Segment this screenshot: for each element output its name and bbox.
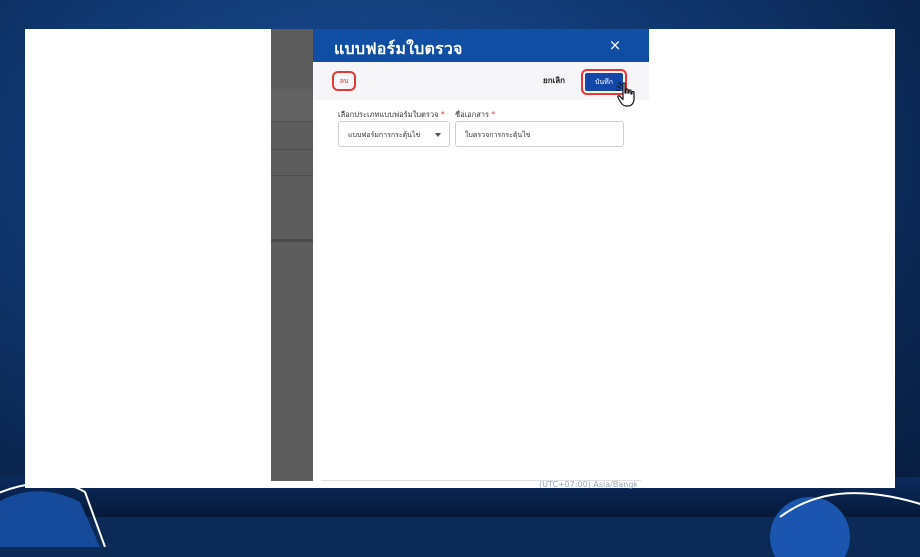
form-type-select[interactable]: แบบฟอร์มการกระตุ้นไข่ xyxy=(338,121,450,147)
delete-button[interactable]: ลบ xyxy=(332,71,356,91)
chevron-down-icon xyxy=(435,133,441,137)
modal-toolbar: ลบ ยกเลิก บันทึก xyxy=(313,62,649,100)
backdrop-divider xyxy=(271,175,313,176)
form-type-select-value: แบบฟอร์มการกระตุ้นไข่ xyxy=(348,131,421,139)
required-mark: * xyxy=(491,110,496,119)
document-name-input-value: ใบตรวจการกระตุ้นไข่ xyxy=(465,131,531,139)
document-name-label: ชื่อเอกสาร * xyxy=(455,109,495,121)
required-mark: * xyxy=(440,110,445,119)
cancel-button[interactable]: ยกเลิก xyxy=(543,74,565,87)
modal-header: แบบฟอร์มใบตรวจ × xyxy=(313,29,649,62)
app-backdrop-overlay xyxy=(271,29,313,481)
document-name-input[interactable]: ใบตรวจการกระตุ้นไข่ xyxy=(455,121,624,147)
close-icon[interactable]: × xyxy=(607,37,623,53)
backdrop-divider xyxy=(271,149,313,150)
inspection-form-modal: แบบฟอร์มใบตรวจ × ลบ ยกเลิก บันทึก เลือกป… xyxy=(313,29,649,481)
modal-title: แบบฟอร์มใบตรวจ xyxy=(334,39,463,58)
document-name-label-text: ชื่อเอกสาร xyxy=(455,110,490,119)
form-type-label-text: เลือกประเภทแบบฟอร์มใบตรวจ xyxy=(338,110,439,119)
backdrop-row xyxy=(271,89,313,121)
form-type-label: เลือกประเภทแบบฟอร์มใบตรวจ * xyxy=(338,109,445,121)
timezone-footer: (UTC+07:00) Asia/Bangkok xyxy=(539,481,637,489)
backdrop-divider xyxy=(271,121,313,122)
hand-pointer-icon xyxy=(615,81,635,107)
backdrop-shadow xyxy=(271,239,313,242)
decorative-wave-right xyxy=(770,492,920,557)
